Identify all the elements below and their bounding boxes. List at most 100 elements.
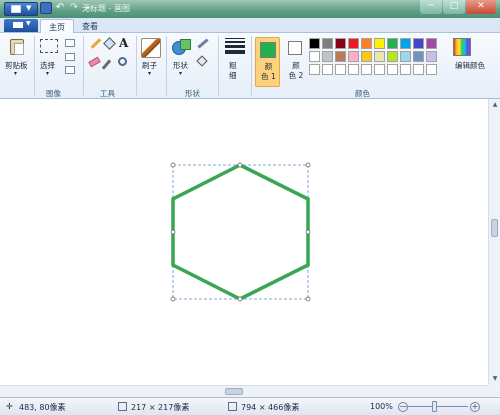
palette-swatch[interactable] — [374, 64, 385, 75]
paint-menu-icon — [11, 5, 21, 13]
crop-icon[interactable] — [65, 39, 75, 47]
image-group-label: 图像 — [46, 89, 61, 98]
palette-swatch[interactable] — [387, 38, 398, 49]
palette-swatch[interactable] — [348, 38, 359, 49]
palette-swatch[interactable] — [335, 38, 346, 49]
palette-swatch[interactable] — [400, 38, 411, 49]
vertical-scroll-thumb[interactable] — [491, 219, 498, 237]
palette-swatch[interactable] — [361, 38, 372, 49]
magnifier-icon[interactable] — [118, 57, 127, 66]
palette-swatch[interactable] — [400, 51, 411, 62]
zoom-out-icon[interactable]: − — [398, 402, 408, 412]
palette-swatch[interactable] — [413, 51, 424, 62]
selection-box[interactable] — [172, 164, 309, 300]
shape-fill-icon[interactable] — [196, 55, 208, 67]
eraser-icon[interactable] — [88, 56, 101, 68]
palette-swatch[interactable] — [335, 64, 346, 75]
palette-swatch[interactable] — [309, 38, 320, 49]
divider — [136, 36, 137, 96]
palette-swatch[interactable] — [361, 51, 372, 62]
scroll-down-icon[interactable]: ▼ — [490, 375, 500, 382]
colors-group-label: 颜色 — [355, 89, 370, 98]
palette-swatch[interactable] — [335, 51, 346, 62]
maximize-icon: □ — [449, 1, 459, 11]
palette-swatch[interactable] — [387, 51, 398, 62]
horizontal-scroll-thumb[interactable] — [225, 388, 243, 395]
zoom-level: 100% — [370, 402, 393, 411]
color-2-label-line2: 色 2 — [288, 71, 304, 80]
selection-handles[interactable] — [170, 162, 311, 302]
palette-swatch[interactable] — [413, 38, 424, 49]
brush-icon[interactable] — [141, 38, 161, 58]
color-picker-icon[interactable] — [101, 59, 112, 70]
pencil-icon[interactable] — [90, 38, 102, 49]
zoom-slider-thumb[interactable] — [432, 401, 437, 412]
scroll-up-icon[interactable]: ▲ — [490, 101, 500, 108]
divider — [218, 36, 219, 96]
palette-swatch[interactable] — [361, 64, 372, 75]
color-1-button[interactable]: 颜 色 1 — [255, 37, 280, 87]
file-tab[interactable]: ▼ — [4, 19, 38, 32]
zoom-in-icon[interactable]: + — [470, 402, 480, 412]
color-2-button[interactable]: 颜 色 2 — [284, 37, 308, 87]
palette-swatch[interactable] — [387, 64, 398, 75]
color-2-swatch — [288, 41, 302, 55]
line-size-icon[interactable] — [225, 38, 245, 56]
color-1-label-line2: 色 1 — [261, 72, 276, 81]
outline-icon[interactable] — [197, 38, 209, 49]
image-size-icon — [228, 402, 237, 411]
chevron-down-icon[interactable]: ▾ — [179, 70, 182, 77]
rotate-icon[interactable] — [65, 66, 75, 74]
shapes-group-label: 形状 — [185, 89, 200, 98]
selection-size-icon — [118, 402, 127, 411]
divider — [166, 36, 167, 96]
palette-swatch[interactable] — [374, 38, 385, 49]
palette-swatch[interactable] — [426, 51, 437, 62]
minimize-button[interactable]: ─ — [420, 0, 442, 14]
palette-swatch[interactable] — [348, 64, 359, 75]
palette-swatch[interactable] — [322, 64, 333, 75]
horizontal-scrollbar[interactable] — [0, 385, 488, 397]
palette-swatch[interactable] — [426, 64, 437, 75]
shapes-icon[interactable] — [172, 39, 192, 57]
canvas-area[interactable] — [0, 99, 488, 385]
divider — [251, 36, 252, 96]
palette-swatch[interactable] — [374, 51, 385, 62]
clipboard-icon[interactable] — [10, 39, 24, 55]
text-tool-icon[interactable]: A — [119, 36, 128, 50]
palette-swatch[interactable] — [413, 64, 424, 75]
divider — [83, 36, 84, 96]
tab-view[interactable]: 查看 — [74, 19, 106, 33]
palette-swatch[interactable] — [400, 64, 411, 75]
tab-home[interactable]: 主页 — [40, 19, 74, 33]
size-label-line2[interactable]: 细 — [229, 70, 237, 81]
color-palette — [309, 38, 438, 76]
chevron-down-icon[interactable]: ▾ — [14, 70, 17, 77]
ribbon-tabs: ▼ 主页 查看 — [0, 18, 500, 33]
vertical-scrollbar[interactable]: ▲ ▼ — [488, 99, 500, 385]
edit-colors-button[interactable]: 编辑颜色 — [446, 38, 494, 78]
hexagon-shape[interactable] — [171, 163, 310, 301]
resize-icon[interactable] — [65, 53, 75, 61]
palette-swatch[interactable] — [348, 51, 359, 62]
maximize-button[interactable]: □ — [443, 0, 465, 14]
chevron-down-icon[interactable]: ▾ — [46, 70, 49, 77]
chevron-down-icon[interactable]: ▾ — [148, 70, 151, 77]
fill-bucket-icon[interactable] — [103, 37, 116, 50]
redo-icon[interactable]: ↷ — [68, 2, 80, 14]
palette-swatch[interactable] — [309, 64, 320, 75]
palette-swatch[interactable] — [426, 38, 437, 49]
edit-colors-label: 编辑颜色 — [455, 61, 485, 70]
palette-swatch[interactable] — [322, 38, 333, 49]
select-icon[interactable] — [40, 39, 58, 53]
palette-swatch[interactable] — [309, 51, 320, 62]
close-button[interactable]: ✕ — [466, 0, 496, 14]
undo-icon[interactable]: ↶ — [54, 2, 66, 14]
cursor-icon: ✛ — [6, 402, 13, 411]
edit-colors-icon — [453, 38, 471, 56]
paint-menu-button[interactable]: ▼ — [4, 2, 38, 16]
canvas-svg[interactable] — [0, 99, 488, 385]
palette-swatch[interactable] — [322, 51, 333, 62]
save-icon[interactable] — [40, 2, 52, 14]
tools-group-label: 工具 — [100, 89, 115, 98]
